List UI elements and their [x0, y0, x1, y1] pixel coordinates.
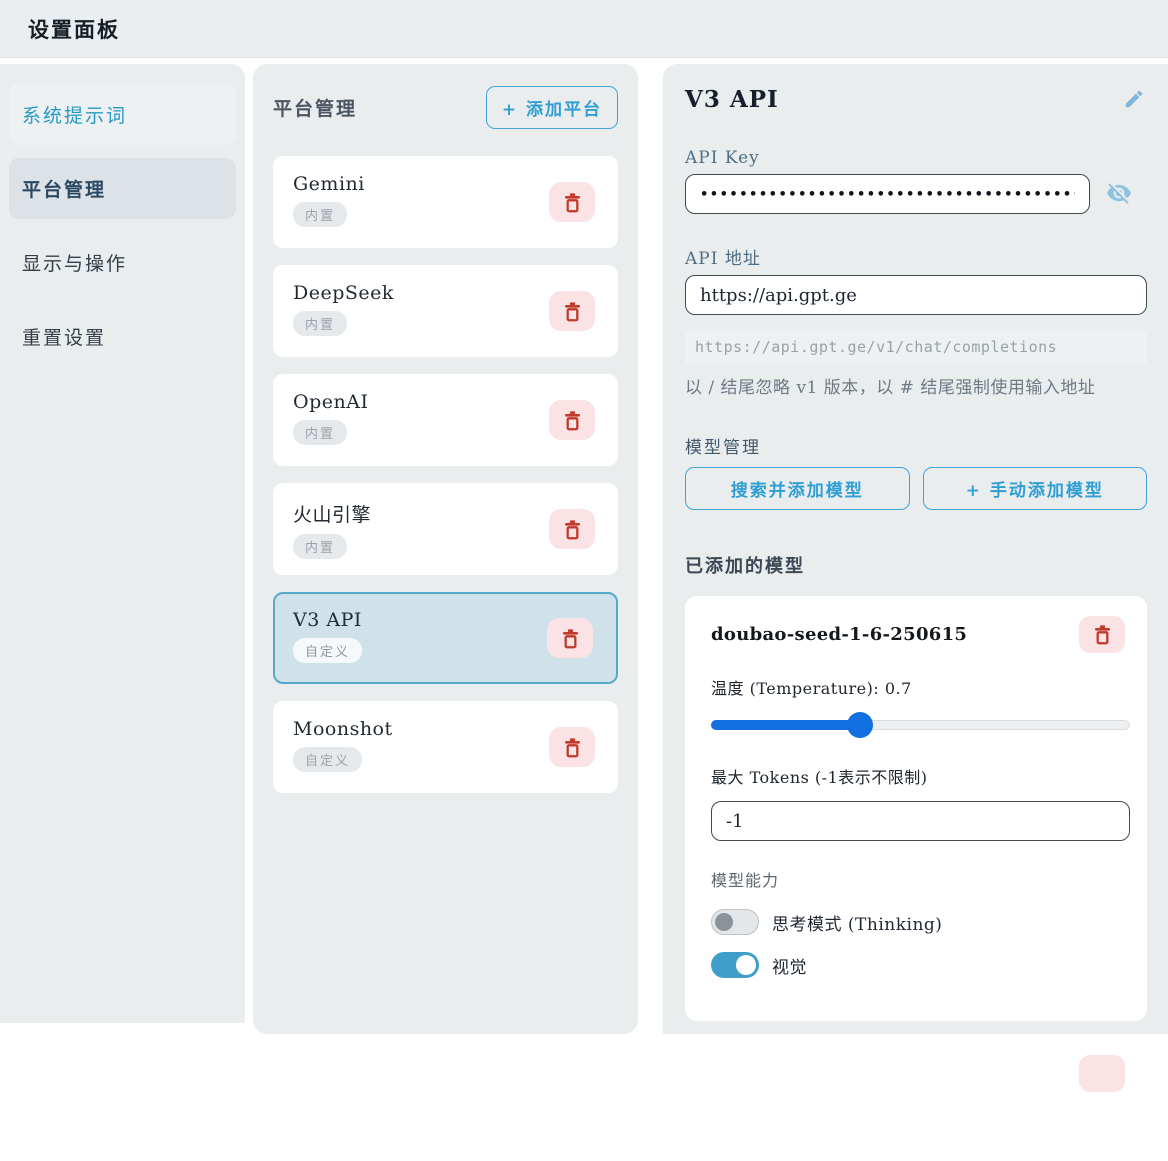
- thinking-toggle-label: 思考模式 (Thinking): [772, 914, 943, 935]
- resolved-url-preview: https://api.gpt.ge/v1/chat/completions: [685, 329, 1147, 365]
- slider-fill: [711, 720, 861, 731]
- trash-icon: [564, 301, 580, 321]
- page-title: 设置面板: [28, 16, 120, 42]
- platform-badge: 自定义: [293, 638, 363, 663]
- max-tokens-input[interactable]: [711, 801, 1130, 842]
- detail-title: V3 API: [685, 86, 779, 113]
- platform-panel-header: 平台管理 + 添加平台: [273, 86, 618, 129]
- temperature-slider[interactable]: [711, 712, 1130, 739]
- vision-toggle-row: 视觉: [711, 952, 1125, 979]
- platform-card-openai[interactable]: OpenAI 内置: [273, 374, 618, 466]
- delete-platform-button[interactable]: [549, 400, 595, 440]
- api-url-note: 以 / 结尾忽略 v1 版本，以 # 结尾强制使用输入地址: [685, 378, 1096, 398]
- platform-card-v3-api[interactable]: V3 API 自定义: [273, 592, 618, 684]
- platform-list-panel: 平台管理 + 添加平台 Gemini 内置 DeepSeek 内置 OpenAI…: [253, 64, 638, 1034]
- edit-platform-button[interactable]: [1121, 86, 1147, 115]
- manual-add-model-button[interactable]: + 手动添加模型: [922, 467, 1147, 511]
- toggle-knob: [715, 913, 733, 932]
- toggle-key-visibility-button[interactable]: [1104, 178, 1134, 211]
- delete-platform-button[interactable]: [547, 618, 593, 658]
- delete-model-button[interactable]: [1079, 1055, 1125, 1093]
- add-platform-button[interactable]: + 添加平台: [485, 86, 618, 129]
- trash-icon: [564, 192, 580, 212]
- toggle-knob: [736, 955, 756, 976]
- sidebar: 系统提示词 平台管理 显示与操作 重置设置: [0, 64, 245, 1023]
- sidebar-item-system-prompt[interactable]: 系统提示词: [9, 84, 236, 145]
- slider-thumb[interactable]: [847, 712, 874, 739]
- model-management-buttons: 搜索并添加模型 + 手动添加模型: [685, 467, 1147, 511]
- trash-icon: [564, 410, 580, 430]
- model-card-header: doubao-seed-1-6-250615: [711, 616, 1125, 654]
- max-tokens-label: 最大 Tokens (-1表示不限制): [711, 768, 928, 788]
- trash-icon: [562, 628, 578, 648]
- model-management-label: 模型管理: [685, 438, 761, 459]
- added-models-heading: 已添加的模型: [685, 556, 805, 578]
- platform-panel-title: 平台管理: [273, 98, 358, 120]
- platform-card-deepseek[interactable]: DeepSeek 内置: [273, 265, 618, 357]
- platform-badge: 内置: [293, 420, 348, 445]
- delete-platform-button[interactable]: [549, 509, 595, 549]
- search-add-model-button[interactable]: 搜索并添加模型: [685, 467, 910, 511]
- delete-platform-button[interactable]: [549, 291, 595, 331]
- next-model-card-partial: [685, 1041, 1147, 1161]
- pencil-icon: [1125, 90, 1143, 108]
- api-key-row: [685, 174, 1147, 214]
- delete-platform-button[interactable]: [549, 727, 595, 767]
- delete-model-button[interactable]: [1079, 616, 1125, 654]
- capabilities-label: 模型能力: [711, 871, 780, 891]
- detail-header: V3 API: [685, 86, 1147, 115]
- sidebar-item-display-operations[interactable]: 显示与操作: [9, 232, 236, 293]
- sidebar-item-reset-settings[interactable]: 重置设置: [9, 306, 236, 367]
- sidebar-item-platform-management[interactable]: 平台管理: [9, 158, 236, 219]
- delete-platform-button[interactable]: [549, 182, 595, 222]
- platform-card-gemini[interactable]: Gemini 内置: [273, 156, 618, 248]
- api-key-input[interactable]: [685, 174, 1090, 214]
- model-name: doubao-seed-1-6-250615: [711, 624, 968, 646]
- platform-badge: 内置: [293, 202, 348, 227]
- platform-badge: 内置: [293, 534, 348, 559]
- thinking-toggle[interactable]: [711, 909, 759, 936]
- vision-toggle-label: 视觉: [772, 957, 807, 978]
- platform-card-moonshot[interactable]: Moonshot 自定义: [273, 701, 618, 793]
- temperature-label: 温度 (Temperature): 0.7: [711, 679, 912, 699]
- api-key-label: API Key: [685, 148, 760, 168]
- api-url-label: API 地址: [685, 249, 761, 269]
- vision-toggle[interactable]: [711, 952, 759, 979]
- trash-icon: [564, 737, 580, 757]
- trash-icon: [1094, 625, 1110, 645]
- platform-badge: 内置: [293, 311, 348, 336]
- header: 设置面板: [0, 0, 1168, 58]
- model-card: doubao-seed-1-6-250615 温度 (Temperature):…: [685, 596, 1147, 1022]
- api-url-input[interactable]: [685, 275, 1147, 315]
- platform-detail-panel: V3 API API Key API 地址 https://api.gpt.ge…: [663, 64, 1168, 1161]
- thinking-toggle-row: 思考模式 (Thinking): [711, 909, 1125, 936]
- eye-off-icon: [1107, 182, 1131, 204]
- platform-badge: 自定义: [293, 747, 363, 772]
- trash-icon: [564, 519, 580, 539]
- platform-card-volcano[interactable]: 火山引擎 内置: [273, 483, 618, 575]
